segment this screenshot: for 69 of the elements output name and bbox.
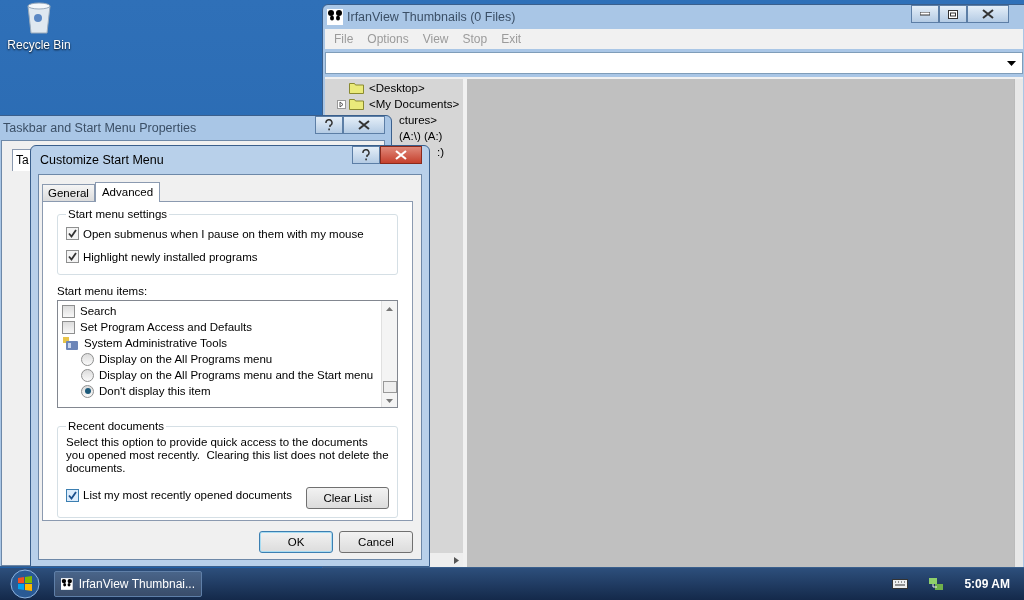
checkbox[interactable]: [66, 488, 79, 502]
help-icon: [362, 149, 370, 161]
radio-label[interactable]: Display on the All Programs menu: [99, 353, 273, 365]
close-button[interactable]: [380, 146, 422, 164]
checkbox-label[interactable]: Set Program Access and Defaults: [80, 321, 252, 333]
scroll-down-icon[interactable]: [386, 399, 393, 403]
category-label: System Administrative Tools: [84, 337, 227, 349]
tab[interactable]: Advanced: [94, 182, 161, 202]
dialog-button[interactable]: OK: [259, 531, 333, 553]
dialog-button[interactable]: Cancel: [339, 531, 413, 553]
tree-item[interactable]: <My Documents>: [367, 98, 460, 110]
maximize-button[interactable]: [939, 5, 967, 23]
checkbox-label[interactable]: Search: [80, 305, 117, 317]
checkbox[interactable]: [66, 250, 79, 263]
checkbox[interactable]: [66, 227, 79, 240]
checkbox[interactable]: [62, 304, 75, 318]
group-title: Start menu settings: [67, 208, 169, 220]
dialog-title: Customize Start Menu: [40, 153, 164, 167]
help-button[interactable]: [352, 146, 380, 164]
radio-button[interactable]: [81, 352, 94, 366]
keyboard-icon[interactable]: [892, 579, 909, 589]
maximize-icon: [948, 9, 958, 19]
close-icon: [358, 120, 370, 130]
minimize-icon: [920, 12, 930, 16]
panda-icon: [327, 9, 343, 25]
description-text: Select this option to provide quick access to the documents you opened most recently. Clearing this list does not delete the documents.: [66, 436, 389, 475]
list-label: Start menu items:: [57, 285, 149, 297]
scroll-thumb[interactable]: [382, 381, 397, 393]
tab[interactable]: Ta: [12, 149, 32, 171]
tree-item[interactable]: (A:\) (A:): [397, 130, 443, 142]
recycle-bin-icon[interactable]: [26, 2, 52, 34]
help-icon: [325, 119, 333, 131]
checkbox-label[interactable]: List my most recently opened documents: [83, 489, 293, 501]
tab[interactable]: General: [42, 184, 95, 201]
tools-icon: [62, 336, 79, 350]
folder-icon: [349, 98, 364, 110]
radio-label[interactable]: Display on the All Programs menu and the Start menu: [99, 369, 374, 381]
window-title: IrfanView Thumbnails (0 Files): [347, 10, 516, 24]
start-orb-icon[interactable]: [10, 569, 40, 599]
panda-icon: [61, 576, 73, 592]
folder-icon: [349, 82, 364, 94]
tree-item[interactable]: <Desktop>: [367, 82, 425, 94]
network-icon[interactable]: [928, 576, 945, 592]
tree-item[interactable]: ctures>: [397, 114, 438, 126]
minimize-button[interactable]: [911, 5, 939, 23]
expand-icon[interactable]: [337, 99, 346, 109]
checkbox[interactable]: [62, 320, 75, 334]
group-title: Recent documents: [67, 420, 165, 432]
icon-label[interactable]: Recycle Bin: [7, 38, 71, 52]
path-dropdown[interactable]: [325, 52, 1023, 74]
radio-label[interactable]: Don't display this item: [99, 385, 211, 397]
close-icon: [395, 150, 407, 160]
taskbar-button[interactable]: IrfanView Thumbnai...: [54, 571, 202, 597]
dropdown-arrow-icon: [1007, 60, 1016, 66]
scroll-up-icon[interactable]: [386, 307, 393, 311]
checkbox-label[interactable]: Open submenus when I pause on them with my mouse: [83, 227, 364, 240]
scrollbar[interactable]: [1014, 79, 1023, 567]
window-title: Taskbar and Start Menu Properties: [3, 121, 197, 135]
scroll-right-icon[interactable]: [454, 556, 459, 564]
clock[interactable]: 5:09 AM: [964, 577, 1010, 591]
checkbox-label[interactable]: Highlight newly installed programs: [83, 250, 258, 263]
radio-button[interactable]: [81, 368, 94, 382]
clear-list-button[interactable]: Clear List: [306, 487, 389, 509]
help-button[interactable]: [315, 116, 343, 134]
tree-item[interactable]: :): [435, 146, 445, 158]
close-button[interactable]: [343, 116, 385, 134]
close-button[interactable]: [967, 5, 1009, 23]
radio-button[interactable]: [81, 384, 94, 398]
close-icon: [982, 9, 994, 19]
